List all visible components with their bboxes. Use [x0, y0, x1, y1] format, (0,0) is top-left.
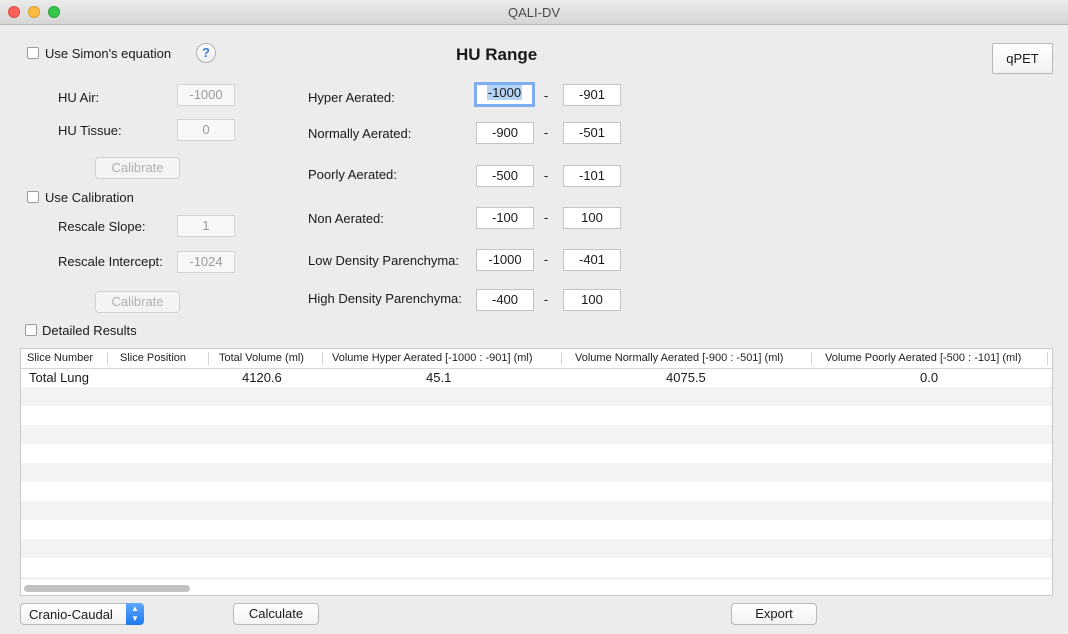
- calculate-button[interactable]: Calculate: [233, 603, 319, 625]
- low-density-parenchyma-max-field[interactable]: -401: [563, 249, 621, 271]
- table-row: [21, 406, 1052, 425]
- table-row: [21, 539, 1052, 558]
- table-row: [21, 558, 1052, 577]
- table-row: [21, 501, 1052, 520]
- rescale-slope-label: Rescale Slope:: [58, 219, 146, 234]
- rescale-intercept-label: Rescale Intercept:: [58, 254, 163, 269]
- table-cell: 0.0: [920, 370, 939, 385]
- use-calibration-label: Use Calibration: [45, 190, 134, 205]
- range-separator: -: [543, 292, 549, 307]
- poorly-aerated-min-field[interactable]: -500: [476, 165, 534, 187]
- range-separator: -: [543, 88, 549, 103]
- table-row: [21, 387, 1052, 406]
- low-density-parenchyma-min-field[interactable]: -1000: [476, 249, 534, 271]
- hyper-aerated-min-field[interactable]: -1000: [474, 82, 535, 107]
- high-density-parenchyma-min-field[interactable]: -400: [476, 289, 534, 311]
- high-density-parenchyma-label: High Density Parenchyma:: [308, 291, 462, 306]
- normally-aerated-min-field[interactable]: -900: [476, 122, 534, 144]
- column-header[interactable]: Volume Normally Aerated [-900 : -501] (m…: [575, 352, 783, 364]
- up-down-arrows-icon: ▲ ▼: [126, 603, 144, 625]
- normally-aerated-max-field[interactable]: -501: [563, 122, 621, 144]
- range-separator: -: [543, 168, 549, 183]
- table-cell: 4120.6: [242, 370, 282, 385]
- column-header[interactable]: Total Volume (ml): [219, 352, 304, 364]
- hyper-aerated-label: Hyper Aerated:: [308, 90, 395, 105]
- calibrate-intercept-button[interactable]: Calibrate: [95, 291, 180, 313]
- column-header[interactable]: Slice Number: [27, 352, 93, 364]
- help-icon[interactable]: ?: [196, 43, 216, 63]
- column-separator[interactable]: [561, 352, 562, 365]
- hyper-aerated-max-field[interactable]: -901: [563, 84, 621, 106]
- qpet-button[interactable]: qPET: [992, 43, 1053, 74]
- table-header: Slice Number Slice Position Total Volume…: [21, 349, 1052, 369]
- results-table[interactable]: Slice Number Slice Position Total Volume…: [20, 348, 1053, 596]
- hu-tissue-field[interactable]: 0: [177, 119, 235, 141]
- range-separator: -: [543, 252, 549, 267]
- title-bar: QALI-DV: [0, 0, 1068, 25]
- table-row[interactable]: Total Lung 4120.6 45.1 4075.5 0.0: [21, 368, 1052, 387]
- table-row: [21, 425, 1052, 444]
- range-separator: -: [543, 125, 549, 140]
- rescale-slope-field[interactable]: 1: [177, 215, 235, 237]
- column-header[interactable]: Volume Hyper Aerated [-1000 : -901] (ml): [332, 352, 533, 364]
- table-row: [21, 463, 1052, 482]
- hu-air-field[interactable]: -1000: [177, 84, 235, 106]
- table-row: [21, 520, 1052, 539]
- non-aerated-min-field[interactable]: -100: [476, 207, 534, 229]
- low-density-parenchyma-label: Low Density Parenchyma:: [308, 253, 460, 268]
- rescale-intercept-field[interactable]: -1024: [177, 251, 235, 273]
- column-separator[interactable]: [208, 352, 209, 365]
- table-cell: Total Lung: [29, 370, 89, 385]
- column-separator[interactable]: [1047, 352, 1048, 365]
- non-aerated-max-field[interactable]: 100: [563, 207, 621, 229]
- hu-tissue-label: HU Tissue:: [58, 123, 122, 138]
- hu-air-label: HU Air:: [58, 90, 100, 105]
- poorly-aerated-max-field[interactable]: -101: [563, 165, 621, 187]
- table-cell: 4075.5: [666, 370, 706, 385]
- table-row: [21, 577, 1052, 580]
- poorly-aerated-label: Poorly Aerated:: [308, 167, 397, 182]
- column-header[interactable]: Volume Poorly Aerated [-500 : -101] (ml): [825, 352, 1021, 364]
- use-simon-equation-checkbox[interactable]: [27, 47, 39, 59]
- use-calibration-checkbox[interactable]: [27, 191, 39, 203]
- column-separator[interactable]: [811, 352, 812, 365]
- window-title: QALI-DV: [507, 5, 560, 20]
- table-row: [21, 444, 1052, 463]
- use-simon-equation-label: Use Simon's equation: [45, 46, 172, 61]
- high-density-parenchyma-max-field[interactable]: 100: [563, 289, 621, 311]
- detailed-results-checkbox[interactable]: [25, 324, 37, 336]
- column-header[interactable]: Slice Position: [120, 352, 186, 364]
- calibrate-button[interactable]: Calibrate: [95, 157, 180, 179]
- direction-select[interactable]: Cranio-Caudal ▲ ▼: [20, 603, 144, 625]
- range-separator: -: [543, 210, 549, 225]
- table-cell: 45.1: [426, 370, 452, 385]
- normally-aerated-label: Normally Aerated:: [308, 126, 412, 141]
- horizontal-scrollbar[interactable]: [24, 585, 190, 592]
- non-aerated-label: Non Aerated:: [308, 211, 384, 226]
- export-button[interactable]: Export: [731, 603, 817, 625]
- detailed-results-label: Detailed Results: [42, 323, 137, 338]
- column-separator[interactable]: [107, 352, 108, 365]
- column-separator[interactable]: [322, 352, 323, 365]
- table-row: [21, 482, 1052, 501]
- direction-select-value: Cranio-Caudal: [29, 607, 113, 622]
- hu-range-title: HU Range: [456, 45, 538, 64]
